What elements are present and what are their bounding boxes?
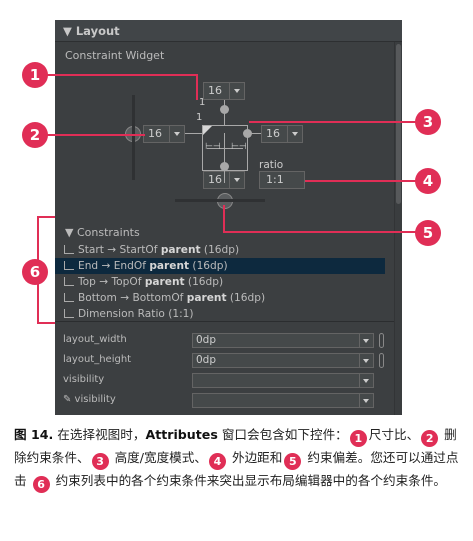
chevron-down-icon (229, 83, 244, 99)
horizontal-bias-slider[interactable] (175, 199, 265, 202)
attribute-label: layout_height (63, 354, 132, 365)
callout-badge-4: 4 (415, 168, 441, 194)
constraint-target: parent (186, 292, 227, 304)
callout-badge-1: 1 (22, 62, 48, 88)
callout-3-line (249, 121, 429, 123)
chevron-down-icon (359, 394, 373, 407)
attribute-label: ✎ visibility (63, 394, 116, 405)
callout-1-line-v (196, 74, 198, 100)
ratio-input[interactable]: 1:1 (259, 171, 305, 189)
bottom-handle-dot[interactable] (220, 162, 229, 171)
vertical-bias-slider[interactable] (132, 95, 135, 180)
constraint-margin: (16dp) (200, 244, 240, 256)
left-margin-dropdown[interactable]: 16 (143, 125, 185, 143)
figure: ▼ Layout Constraint Widget 16 16 16 16 1… (0, 0, 473, 541)
constraint-text: End → EndOf (78, 260, 150, 272)
resource-picker-button[interactable] (379, 353, 384, 368)
layout-section-title: ▼ Layout (63, 24, 120, 38)
constraint-text: Start → StartOf (78, 244, 161, 256)
figure-caption: 图 14. 在选择视图时，Attributes 窗口会包含如下控件： 1 尺寸比、 2… (14, 427, 459, 493)
constraint-target: parent (144, 276, 185, 288)
constraint-text: Bottom → BottomOf (78, 292, 187, 304)
constraint-item[interactable]: Top → TopOf parent (16dp) (55, 274, 385, 290)
right-margin-dropdown[interactable]: 16 (261, 125, 303, 143)
constraint-item[interactable]: Bottom → BottomOf parent (16dp) (55, 290, 385, 306)
attribute-value: 0dp (196, 334, 217, 346)
constraint-target: parent (160, 244, 201, 256)
callout-4-line (305, 180, 427, 182)
constraint-target: parent (149, 260, 190, 272)
left-bias-value: 1 (196, 112, 203, 123)
callout-badge-6: 6 (22, 259, 48, 285)
constraint-margin: (16dp) (184, 276, 224, 288)
constraint-margin: (16dp) (226, 292, 266, 304)
constraint-margin: (16dp) (189, 260, 228, 272)
callout-1-line (45, 74, 198, 76)
callout-2-line (45, 134, 145, 136)
ratio-label: ratio (259, 159, 284, 171)
constraint-icon (64, 245, 74, 254)
constraint-icon (64, 293, 74, 302)
width-mode-icon[interactable]: ⊢⊣ (205, 142, 221, 152)
constraints-header[interactable]: ▼ Constraints (65, 226, 140, 239)
divider (55, 321, 394, 322)
chevron-down-icon (359, 354, 373, 367)
bottom-constraint-line (224, 171, 225, 183)
resource-picker-button[interactable] (379, 333, 384, 348)
attribute-label: layout_width (63, 334, 127, 345)
top-bias-value: 1 (199, 97, 206, 108)
chevron-down-icon (287, 126, 302, 142)
attribute-label: visibility (63, 374, 105, 385)
callout-5-line-v (223, 205, 225, 233)
layout-section-header[interactable]: ▼ Layout (55, 20, 402, 42)
top-handle-dot[interactable] (220, 105, 229, 114)
callout-badge-5: 5 (415, 220, 441, 246)
constraint-icon (64, 277, 74, 286)
left-constraint-line (185, 133, 202, 134)
constraint-icon (64, 261, 74, 270)
callout-badge-3: 3 (415, 109, 441, 135)
attributes-panel: ▼ Layout Constraint Widget 16 16 16 16 1… (55, 20, 402, 415)
constraint-item[interactable]: Start → StartOf parent (16dp) (55, 242, 385, 258)
scrollbar[interactable] (394, 42, 402, 415)
attribute-value: 0dp (196, 354, 217, 366)
constraint-widget-title: Constraint Widget (65, 49, 165, 62)
top-margin-dropdown[interactable]: 16 (203, 82, 245, 100)
attribute-dropdown[interactable]: 0dp (192, 353, 374, 368)
right-handle-dot[interactable] (243, 129, 252, 138)
aspect-ratio-toggle-icon[interactable] (203, 126, 212, 135)
attribute-dropdown[interactable] (192, 393, 374, 408)
attribute-dropdown[interactable]: 0dp (192, 333, 374, 348)
chevron-down-icon (169, 126, 184, 142)
chevron-down-icon (359, 374, 373, 387)
constraint-item[interactable]: End → EndOf parent (16dp) (55, 258, 385, 274)
constraint-icon (64, 309, 74, 318)
constraint-item[interactable]: Dimension Ratio (1:1) (55, 306, 385, 322)
callout-5-line (223, 231, 427, 233)
constraint-text: Top → TopOf (78, 276, 145, 288)
chevron-down-icon (359, 334, 373, 347)
chevron-down-icon (229, 172, 244, 188)
width-mode-icon-right[interactable]: ⊢⊣ (231, 142, 247, 152)
attribute-dropdown[interactable] (192, 373, 374, 388)
constraint-text: Dimension Ratio (1:1) (78, 308, 194, 320)
callout-badge-2: 2 (22, 122, 48, 148)
